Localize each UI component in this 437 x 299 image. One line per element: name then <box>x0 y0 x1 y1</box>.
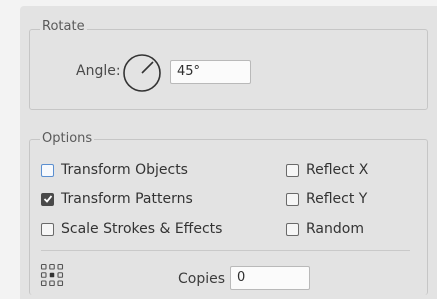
reflect-x-label: Reflect X <box>306 162 369 178</box>
transform-patterns-label: Transform Patterns <box>61 191 193 207</box>
options-divider <box>41 250 410 251</box>
angle-input[interactable]: 45° <box>170 60 251 84</box>
reference-point-grid-icon[interactable] <box>40 263 64 287</box>
random-label: Random <box>306 221 364 237</box>
rotation-dial-icon[interactable] <box>122 53 162 93</box>
checkbox-empty-icon <box>286 192 299 206</box>
checkbox-empty-icon <box>286 222 299 236</box>
transform-patterns-checkbox[interactable]: Transform Patterns <box>41 191 193 207</box>
copies-input[interactable]: 0 <box>230 266 310 290</box>
checkbox-empty-icon <box>41 163 54 177</box>
checkbox-empty-icon <box>286 163 299 177</box>
copies-label: Copies <box>178 271 226 287</box>
reflect-y-checkbox[interactable]: Reflect Y <box>286 191 367 207</box>
angle-label: Angle: <box>76 63 121 79</box>
checkbox-empty-icon <box>41 222 54 236</box>
scale-strokes-checkbox[interactable]: Scale Strokes & Effects <box>41 221 222 237</box>
options-group-title: Options <box>40 131 95 146</box>
checkbox-checked-icon <box>41 192 54 206</box>
scale-strokes-label: Scale Strokes & Effects <box>61 221 223 237</box>
transform-objects-label: Transform Objects <box>61 162 188 178</box>
reflect-y-label: Reflect Y <box>306 191 368 207</box>
rotate-group-title: Rotate <box>40 19 87 34</box>
reflect-x-checkbox[interactable]: Reflect X <box>286 162 368 178</box>
random-checkbox[interactable]: Random <box>286 221 364 237</box>
transform-objects-checkbox[interactable]: Transform Objects <box>41 162 188 178</box>
